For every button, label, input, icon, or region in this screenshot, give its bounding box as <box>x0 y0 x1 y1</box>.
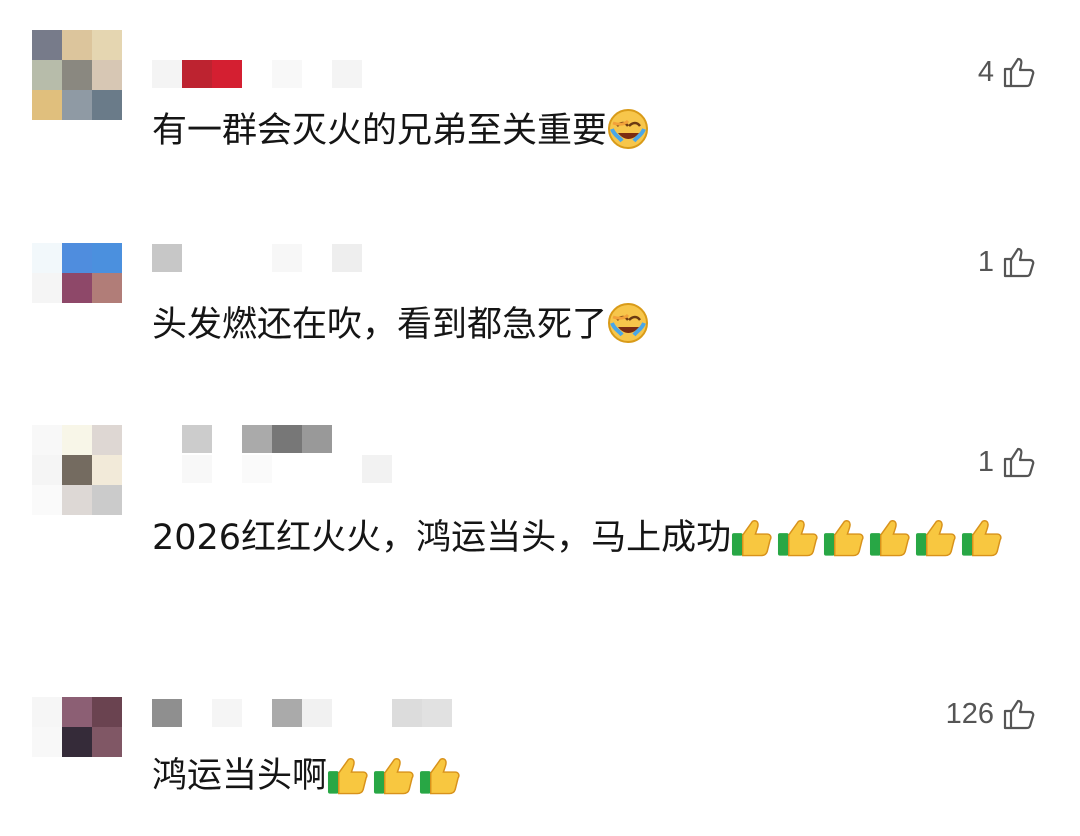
like-button[interactable]: 1 <box>978 245 1036 279</box>
thumbs-up-icon <box>732 520 772 557</box>
thumbs-up-outline-icon <box>1003 699 1035 730</box>
like-count: 1 <box>977 245 994 278</box>
comment-text: 有一群会灭火的兄弟至关重要 <box>152 111 608 151</box>
comment-text-container: 2026红红火火，鸿运当头，马上成功 <box>152 515 1040 562</box>
thumbs-up-outline-icon <box>1003 447 1035 478</box>
avatar[interactable] <box>32 30 122 120</box>
comment-text: 2026红红火火，鸿运当头，马上成功 <box>152 518 732 558</box>
comment-item: 1 2026红红火火，鸿运当头，马上成功 <box>0 410 1080 625</box>
comment-item: 4 有一群会灭火的兄弟至关重要 <box>0 0 1080 190</box>
thumbs-up-icon <box>327 758 368 795</box>
username[interactable] <box>152 244 372 304</box>
thumbs-up-icon <box>778 520 818 557</box>
comment-text: 鸿运当头啊 <box>152 756 328 796</box>
laugh-cry-icon <box>608 109 649 149</box>
comment-item: 1 头发燃还在吹，看到都急死了 <box>0 215 1080 395</box>
thumbs-up-icon <box>962 520 1002 557</box>
avatar[interactable] <box>32 243 122 333</box>
thumbs-up-icon <box>916 520 956 557</box>
like-button[interactable]: 4 <box>978 55 1036 89</box>
laugh-cry-icon <box>608 303 649 343</box>
username[interactable] <box>152 425 412 485</box>
comment-item: 126 鸿运当头啊 <box>0 665 1080 836</box>
like-count: 126 <box>945 697 994 730</box>
comment-text-container: 鸿运当头啊 <box>152 753 1040 800</box>
thumbs-up-icon <box>373 758 414 795</box>
thumbs-up-icon <box>870 520 910 557</box>
comment-text-container: 有一群会灭火的兄弟至关重要 <box>152 108 1040 155</box>
comment-text: 头发燃还在吹，看到都急死了 <box>152 305 608 345</box>
avatar[interactable] <box>32 425 122 515</box>
thumbs-up-icon <box>419 758 460 795</box>
like-count: 1 <box>977 445 994 478</box>
thumbs-up-icon <box>824 520 864 557</box>
thumbs-up-outline-icon <box>1003 247 1035 278</box>
username[interactable] <box>152 699 472 759</box>
avatar[interactable] <box>32 697 122 787</box>
like-button[interactable]: 126 <box>946 697 1036 731</box>
comment-text-container: 头发燃还在吹，看到都急死了 <box>152 302 1040 349</box>
like-button[interactable]: 1 <box>978 445 1036 479</box>
like-count: 4 <box>977 55 994 88</box>
thumbs-up-outline-icon <box>1003 57 1035 88</box>
